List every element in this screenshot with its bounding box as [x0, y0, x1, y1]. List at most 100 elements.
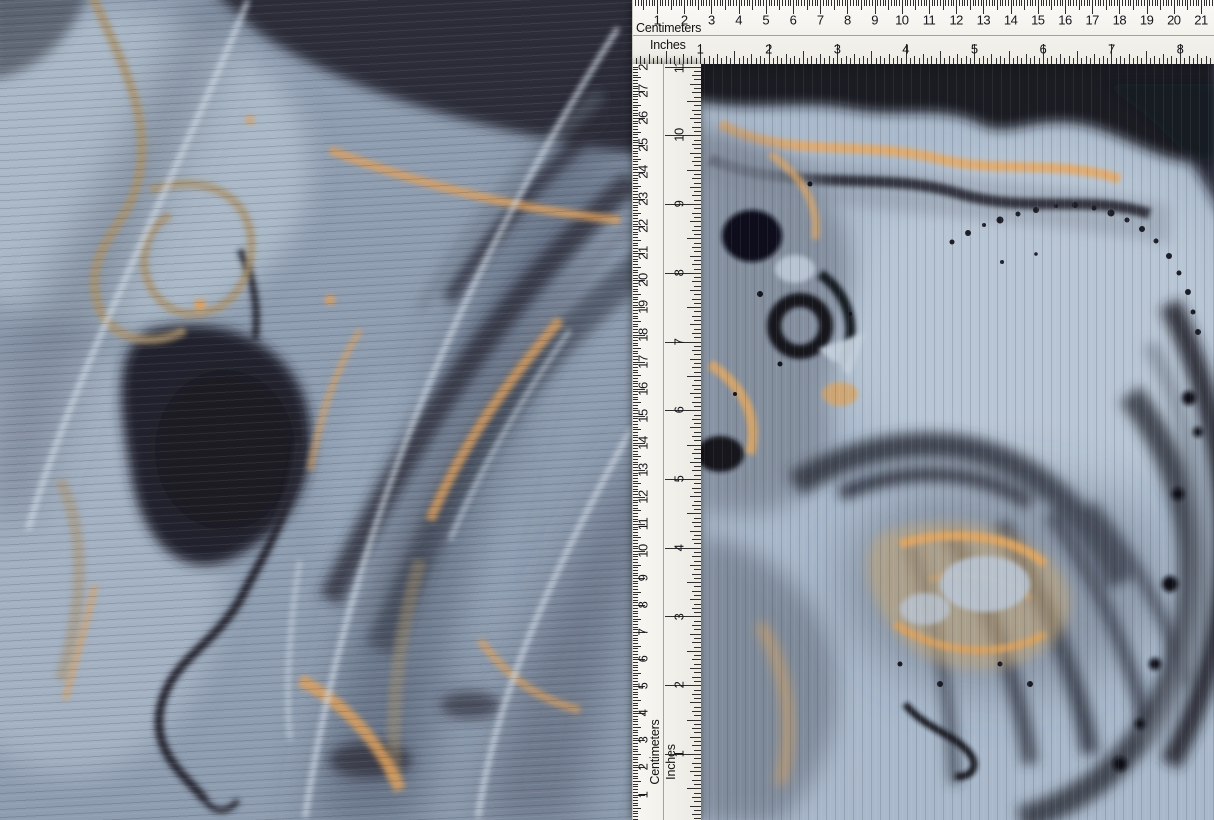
cm-tick [690, 0, 691, 6]
inch-tick [694, 423, 701, 424]
inch-tick [692, 470, 701, 471]
cm-tick [633, 99, 638, 100]
inch-tick [692, 453, 701, 454]
cm-tick [779, 0, 780, 10]
inch-tick [1116, 58, 1117, 64]
cm-tick [809, 0, 810, 6]
inch-tick [1159, 58, 1160, 64]
inch-tick [811, 56, 812, 64]
cm-tick [633, 134, 638, 135]
cm-tick [633, 648, 638, 649]
inch-tick [694, 71, 701, 72]
cm-tick [815, 0, 816, 6]
cm-tick [633, 697, 638, 698]
inch-tick [687, 376, 701, 377]
inch-tick [692, 350, 701, 351]
cm-tick [633, 370, 638, 371]
cm-number: 17 [1085, 13, 1098, 28]
inch-tick [690, 806, 701, 807]
inch-tick [694, 732, 701, 733]
cm-tick [899, 0, 900, 6]
cm-tick [633, 451, 638, 452]
cm-number: 15 [636, 409, 651, 422]
cm-tick [962, 0, 963, 6]
cm-tick [790, 0, 791, 6]
cm-number: 20 [636, 274, 651, 287]
cm-tick [633, 126, 638, 127]
inch-tick [1081, 58, 1082, 64]
cm-tick [771, 0, 772, 6]
cm-tick [633, 75, 638, 76]
cm-tick [633, 316, 638, 317]
cm-tick [926, 0, 927, 6]
cm-tick [872, 0, 873, 6]
inch-tick [799, 58, 800, 64]
cm-tick [633, 675, 638, 676]
cm-tick [633, 597, 638, 598]
inch-tick [987, 58, 988, 64]
cm-number: 28 [636, 64, 651, 71]
inch-tick [694, 561, 701, 562]
cm-tick [975, 0, 976, 6]
cm-tick [1157, 0, 1158, 6]
inch-tick [734, 51, 735, 64]
cm-tick [633, 156, 638, 157]
cm-number: 1 [636, 791, 651, 798]
cm-tick [633, 427, 638, 428]
inch-tick [824, 58, 825, 64]
cm-tick [896, 0, 897, 6]
cm-tick [633, 483, 641, 484]
cm-tick [869, 0, 870, 6]
cm-number: 26 [636, 111, 651, 124]
cm-tick [633, 789, 638, 790]
inch-tick [694, 286, 701, 287]
inch-tick [692, 505, 701, 506]
cm-tick [633, 646, 641, 647]
cm-tick [633, 505, 638, 506]
cm-tick [633, 102, 638, 103]
inch-tick [936, 58, 937, 64]
cm-tick [973, 0, 974, 6]
inch-tick [694, 183, 701, 184]
inch-tick [747, 58, 748, 64]
inch-tick [692, 694, 701, 695]
cm-tick [1136, 0, 1137, 6]
cm-tick [856, 0, 857, 6]
inch-tick [694, 148, 701, 149]
cm-tick [633, 486, 638, 487]
inch-tick [1124, 58, 1125, 64]
inch-tick [1021, 58, 1022, 64]
cm-number: 4 [735, 13, 742, 28]
inch-tick [694, 311, 701, 312]
inch-tick [1120, 56, 1121, 64]
cm-tick [1128, 0, 1129, 6]
inch-tick [694, 818, 701, 819]
cm-tick [695, 0, 696, 6]
cm-tick [891, 0, 892, 6]
inch-tick [1030, 58, 1031, 64]
cm-tick [997, 0, 998, 10]
inch-tick [687, 720, 701, 721]
inch-tick [1000, 56, 1001, 64]
inch-tick [863, 56, 864, 64]
cm-tick [1212, 0, 1213, 6]
inch-tick [694, 415, 701, 416]
cm-tick [758, 0, 759, 6]
cm-tick [733, 0, 734, 6]
cm-tick [1138, 0, 1139, 6]
cm-tick [970, 0, 971, 10]
inch-tick [910, 58, 911, 64]
inch-tick [694, 741, 701, 742]
cm-tick [798, 0, 799, 6]
cm-tick [633, 237, 638, 238]
inch-tick [694, 690, 701, 691]
cm-tick [633, 594, 638, 595]
inch-tick [1210, 58, 1211, 64]
inch-tick [794, 56, 795, 64]
cm-tick [1144, 0, 1145, 6]
cm-tick [633, 586, 638, 587]
cm-tick [633, 816, 638, 817]
inch-number: 1 [672, 751, 687, 758]
cm-tick [665, 0, 666, 6]
inch-tick [687, 307, 701, 308]
